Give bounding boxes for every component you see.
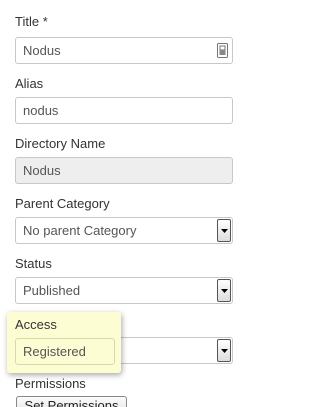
permissions-label: Permissions xyxy=(15,376,86,391)
title-input[interactable]: Nodus xyxy=(15,37,233,64)
status-label: Status xyxy=(15,256,52,271)
parent-category-label: Parent Category xyxy=(15,196,110,211)
chevron-down-icon[interactable] xyxy=(217,279,231,302)
chevron-down-icon[interactable] xyxy=(217,339,231,362)
access-value-field[interactable]: Registered xyxy=(15,338,115,365)
directory-name-field: Nodus xyxy=(15,157,233,184)
title-value: Nodus xyxy=(23,43,61,58)
lock-icon[interactable] xyxy=(217,43,228,58)
access-value: Registered xyxy=(23,344,86,359)
chevron-down-icon[interactable] xyxy=(217,219,231,242)
access-highlight-tooltip: Access Registered xyxy=(7,312,121,373)
directory-name-value: Nodus xyxy=(23,163,61,178)
set-permissions-button[interactable]: Set Permissions xyxy=(16,396,127,407)
alias-input[interactable]: nodus xyxy=(15,97,233,124)
alias-value: nodus xyxy=(23,103,59,118)
parent-category-select[interactable]: No parent Category xyxy=(15,217,233,244)
status-value: Published xyxy=(23,283,81,298)
status-select[interactable]: Published xyxy=(15,277,233,304)
access-label: Access xyxy=(15,317,57,332)
directory-name-label: Directory Name xyxy=(15,136,106,151)
title-label: Title * xyxy=(15,14,48,29)
parent-category-value: No parent Category xyxy=(23,223,137,238)
alias-label: Alias xyxy=(15,76,44,91)
